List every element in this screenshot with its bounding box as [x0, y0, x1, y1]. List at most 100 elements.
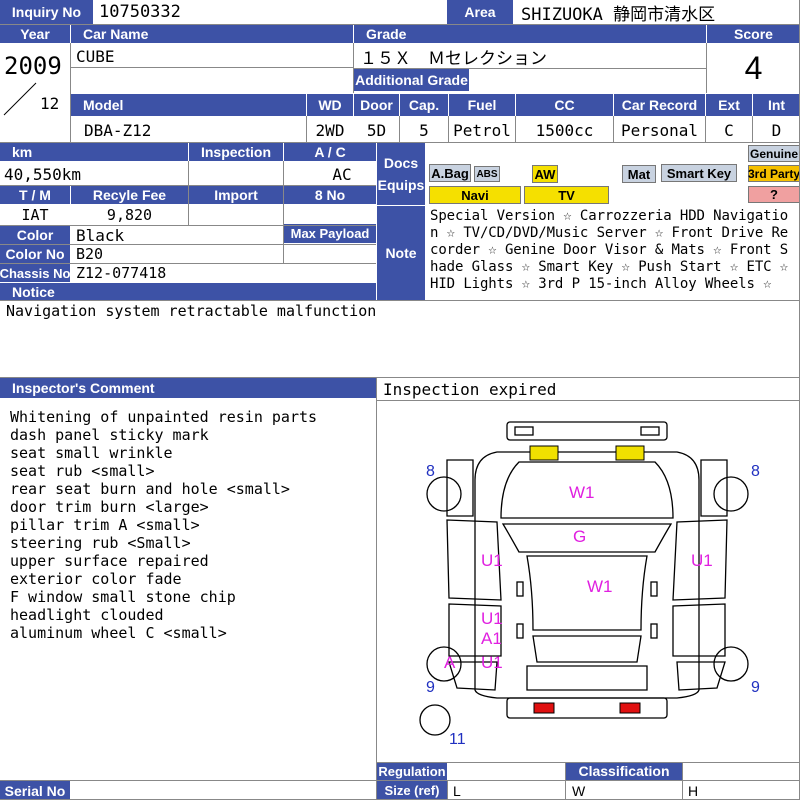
divider — [705, 116, 706, 143]
car-record-label: Car Record — [614, 94, 705, 116]
comment-item: seat rub <small> — [10, 462, 155, 480]
mark-left-rear-door: U1 — [481, 609, 503, 628]
tv-badge: TV — [524, 186, 609, 204]
mark-right-front-door: U1 — [691, 551, 713, 570]
max-payload-label: Max Payload — [284, 224, 376, 243]
front-bumper — [506, 421, 668, 441]
door-label: Door — [354, 94, 399, 116]
divider — [706, 43, 707, 93]
divider — [565, 762, 566, 800]
divider — [71, 67, 354, 68]
note-label: Note — [377, 206, 425, 300]
size-h: H — [688, 782, 699, 799]
divider — [613, 116, 614, 143]
comment-item: aluminum wheel C <small> — [10, 624, 227, 642]
comment-item: dash panel sticky mark — [10, 426, 209, 444]
int-label: Int — [753, 94, 800, 116]
car-name-value: CUBE — [76, 46, 115, 66]
cc-value: 1500cc — [535, 120, 594, 140]
comment-item: steering rub <Small> — [10, 534, 191, 552]
classification-label: Classification — [566, 762, 682, 780]
divider — [0, 263, 376, 264]
score-label: Score — [707, 24, 800, 43]
mat-badge: Mat — [622, 165, 656, 183]
docs-label: Docs — [383, 155, 419, 171]
divider — [399, 116, 400, 143]
right-rear-quarter — [676, 661, 726, 691]
smart-key-badge: Smart Key — [661, 164, 737, 182]
size-l: L — [453, 782, 461, 799]
inspectors-comment-label: Inspector's Comment — [0, 378, 376, 398]
mark-hood: W1 — [569, 483, 595, 502]
divider — [447, 781, 448, 800]
comment-list: Whitening of unpainted resin parts dash … — [10, 408, 317, 642]
chassis-no-value: Z12-077418 — [76, 264, 167, 282]
right-handle-front — [650, 581, 658, 597]
genuine-badge: Genuine — [748, 145, 800, 162]
rear-glass — [532, 635, 642, 663]
front-bumper-detail-left — [514, 426, 534, 436]
mark-left-front-door: U1 — [481, 551, 503, 570]
headlight-left — [529, 445, 559, 461]
left-handle-rear — [516, 623, 524, 639]
ext-label: Ext — [706, 94, 752, 116]
comment-item: F window small stone chip — [10, 588, 236, 606]
abag-badge: A.Bag — [429, 164, 471, 182]
divider — [283, 161, 284, 263]
color-no-label: Color No — [0, 245, 70, 263]
taillight-left — [533, 702, 555, 714]
left-handle-front — [516, 581, 524, 597]
divider — [682, 762, 683, 800]
divider — [354, 68, 707, 69]
tailgate — [526, 665, 648, 691]
front-bumper-detail-right — [640, 426, 660, 436]
wd-value: 2WD — [315, 120, 345, 140]
divider — [0, 377, 800, 378]
mark-front-glass: G — [573, 527, 586, 546]
fuel-value: Petrol — [453, 120, 511, 140]
fuel-label: Fuel — [449, 94, 515, 116]
divider — [377, 762, 800, 763]
question-badge: ? — [748, 186, 800, 203]
abs-badge: ABS — [474, 166, 500, 182]
comment-item: seat small wrinkle — [10, 444, 173, 462]
size-ref-label: Size (ref) — [377, 781, 447, 800]
int-value: D — [771, 120, 782, 140]
regulation-label: Regulation — [377, 762, 447, 780]
mark-left-rear-door-2: A1 — [481, 629, 502, 648]
car-name-label: Car Name — [71, 24, 353, 43]
import-label: Import — [189, 186, 283, 204]
divider — [0, 780, 800, 781]
cap-label: Cap. — [400, 94, 448, 116]
docs-equips-label: Docs Equips — [377, 143, 425, 205]
car-record-value: Personal — [620, 120, 699, 140]
comment-item: rear seat burn and hole <small> — [10, 480, 290, 498]
year-label: Year — [0, 24, 70, 43]
tm-label: T / M — [0, 186, 70, 204]
note-text: Special Version ☆ Carrozzeria HDD Naviga… — [430, 208, 789, 292]
notice-text: Navigation system retractable malfunctio… — [6, 302, 377, 320]
divider — [0, 24, 800, 25]
mark-front-right-tire: 8 — [751, 463, 760, 480]
recycle-fee-value: 9,820 — [106, 206, 153, 224]
rear-right-tire — [713, 646, 749, 682]
ext-value: C — [724, 120, 734, 140]
area-label: Area — [447, 0, 513, 24]
front-glass — [501, 523, 673, 553]
divider — [306, 116, 307, 143]
divider — [0, 142, 800, 143]
comment-item: exterior color fade — [10, 570, 182, 588]
comment-item: upper surface repaired — [10, 552, 209, 570]
comment-item: Whitening of unpainted resin parts — [10, 408, 318, 426]
comment-item: door trim burn <large> — [10, 498, 209, 516]
door-value: 5D — [366, 120, 387, 140]
divider — [0, 244, 376, 245]
divider — [377, 400, 800, 401]
grade-value: １５Ｘ Ｍセレクション — [360, 48, 547, 69]
front-left-tire — [426, 476, 462, 512]
comment-item: pillar trim A <small> — [10, 516, 200, 534]
wd-label: WD — [307, 94, 353, 116]
mark-front-left-tire: 8 — [426, 463, 435, 480]
km-label: km — [0, 143, 188, 161]
divider — [0, 300, 800, 301]
